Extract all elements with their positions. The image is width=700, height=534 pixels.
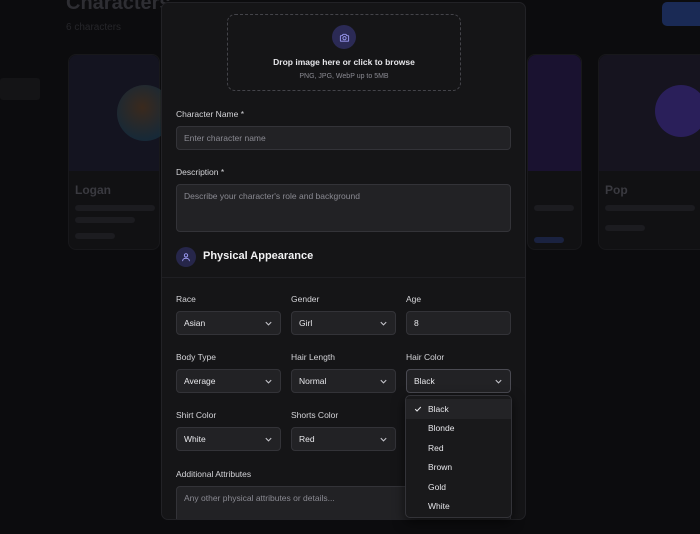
hair-color-option[interactable]: Gold bbox=[406, 477, 511, 497]
shorts-color-select[interactable]: Red bbox=[291, 427, 396, 451]
chevron-down-icon bbox=[380, 379, 387, 384]
gender-label: Gender bbox=[291, 294, 320, 304]
background-sidebar-item bbox=[0, 78, 40, 100]
hair-color-option-label: Gold bbox=[428, 481, 446, 492]
gender-select[interactable]: Girl bbox=[291, 311, 396, 335]
age-input[interactable]: 8 bbox=[406, 311, 511, 335]
hair-length-select[interactable]: Normal bbox=[291, 369, 396, 393]
character-name-input[interactable]: Enter character name bbox=[176, 126, 511, 150]
image-upload-dropzone[interactable]: Drop image here or click to browse PNG, … bbox=[227, 14, 461, 91]
body-type-label: Body Type bbox=[176, 352, 217, 362]
hair-color-select[interactable]: Black bbox=[406, 369, 511, 393]
section-divider bbox=[162, 277, 525, 278]
background-card-logan: Logan bbox=[68, 54, 173, 250]
race-label: Race bbox=[176, 294, 196, 304]
chevron-down-icon bbox=[380, 437, 387, 442]
hair-color-option-label: Black bbox=[428, 403, 449, 414]
dropzone-title: Drop image here or click to browse bbox=[273, 57, 415, 67]
chevron-down-icon bbox=[265, 321, 272, 326]
hair-color-option[interactable]: Brown bbox=[406, 458, 511, 478]
shirt-color-label: Shirt Color bbox=[176, 410, 217, 420]
shirt-color-value: White bbox=[184, 434, 206, 444]
hair-color-option[interactable]: White bbox=[406, 497, 511, 517]
description-textarea[interactable]: Describe your character's role and backg… bbox=[176, 184, 511, 232]
race-select[interactable]: Asian bbox=[176, 311, 281, 335]
background-page-subtitle: 6 characters bbox=[66, 22, 122, 33]
hair-color-option-label: Red bbox=[428, 442, 444, 453]
physical-appearance-title: Physical Appearance bbox=[203, 250, 314, 262]
chevron-down-icon bbox=[265, 437, 272, 442]
background-card-avatar bbox=[655, 85, 700, 137]
background-card-pop: Pop bbox=[598, 54, 700, 250]
race-value: Asian bbox=[184, 318, 206, 328]
shorts-color-value: Red bbox=[299, 434, 315, 444]
shorts-color-label: Shorts Color bbox=[291, 410, 339, 420]
chevron-down-icon bbox=[495, 379, 502, 384]
hair-color-option[interactable]: Blonde bbox=[406, 419, 511, 439]
background-card-name: Logan bbox=[75, 183, 111, 197]
background-card-name: Pop bbox=[605, 183, 628, 197]
hair-color-dropdown: Black Blonde Red Brown Gold White bbox=[405, 395, 512, 518]
hair-color-option[interactable]: Red bbox=[406, 438, 511, 458]
chevron-down-icon bbox=[380, 321, 387, 326]
gender-value: Girl bbox=[299, 318, 313, 328]
hair-color-option[interactable]: Black bbox=[406, 399, 511, 419]
background-page-title: Characters bbox=[66, 0, 171, 14]
background-card-middle bbox=[527, 54, 582, 250]
hair-length-label: Hair Length bbox=[291, 352, 335, 362]
dropzone-hint: PNG, JPG, WebP up to 5MB bbox=[299, 73, 389, 80]
age-label: Age bbox=[406, 294, 422, 304]
body-type-select[interactable]: Average bbox=[176, 369, 281, 393]
additional-attributes-label: Additional Attributes bbox=[176, 469, 252, 479]
description-label: Description * bbox=[176, 167, 225, 177]
hair-length-value: Normal bbox=[299, 376, 327, 386]
chevron-down-icon bbox=[265, 379, 272, 384]
user-icon bbox=[176, 247, 196, 267]
hair-color-option-label: White bbox=[428, 501, 450, 512]
body-type-value: Average bbox=[184, 376, 216, 386]
character-name-placeholder: Enter character name bbox=[184, 133, 266, 143]
hair-color-option-label: Blonde bbox=[428, 423, 455, 434]
shirt-color-select[interactable]: White bbox=[176, 427, 281, 451]
age-value: 8 bbox=[414, 318, 419, 328]
additional-attributes-placeholder: Any other physical attributes or details… bbox=[184, 493, 335, 503]
character-name-label: Character Name * bbox=[176, 109, 245, 119]
background-add-button bbox=[662, 2, 700, 26]
camera-icon bbox=[332, 25, 356, 49]
hair-color-label: Hair Color bbox=[406, 352, 445, 362]
hair-color-value: Black bbox=[414, 376, 435, 386]
hair-color-option-label: Brown bbox=[428, 462, 453, 473]
check-icon bbox=[414, 406, 422, 412]
description-placeholder: Describe your character's role and backg… bbox=[184, 191, 360, 201]
